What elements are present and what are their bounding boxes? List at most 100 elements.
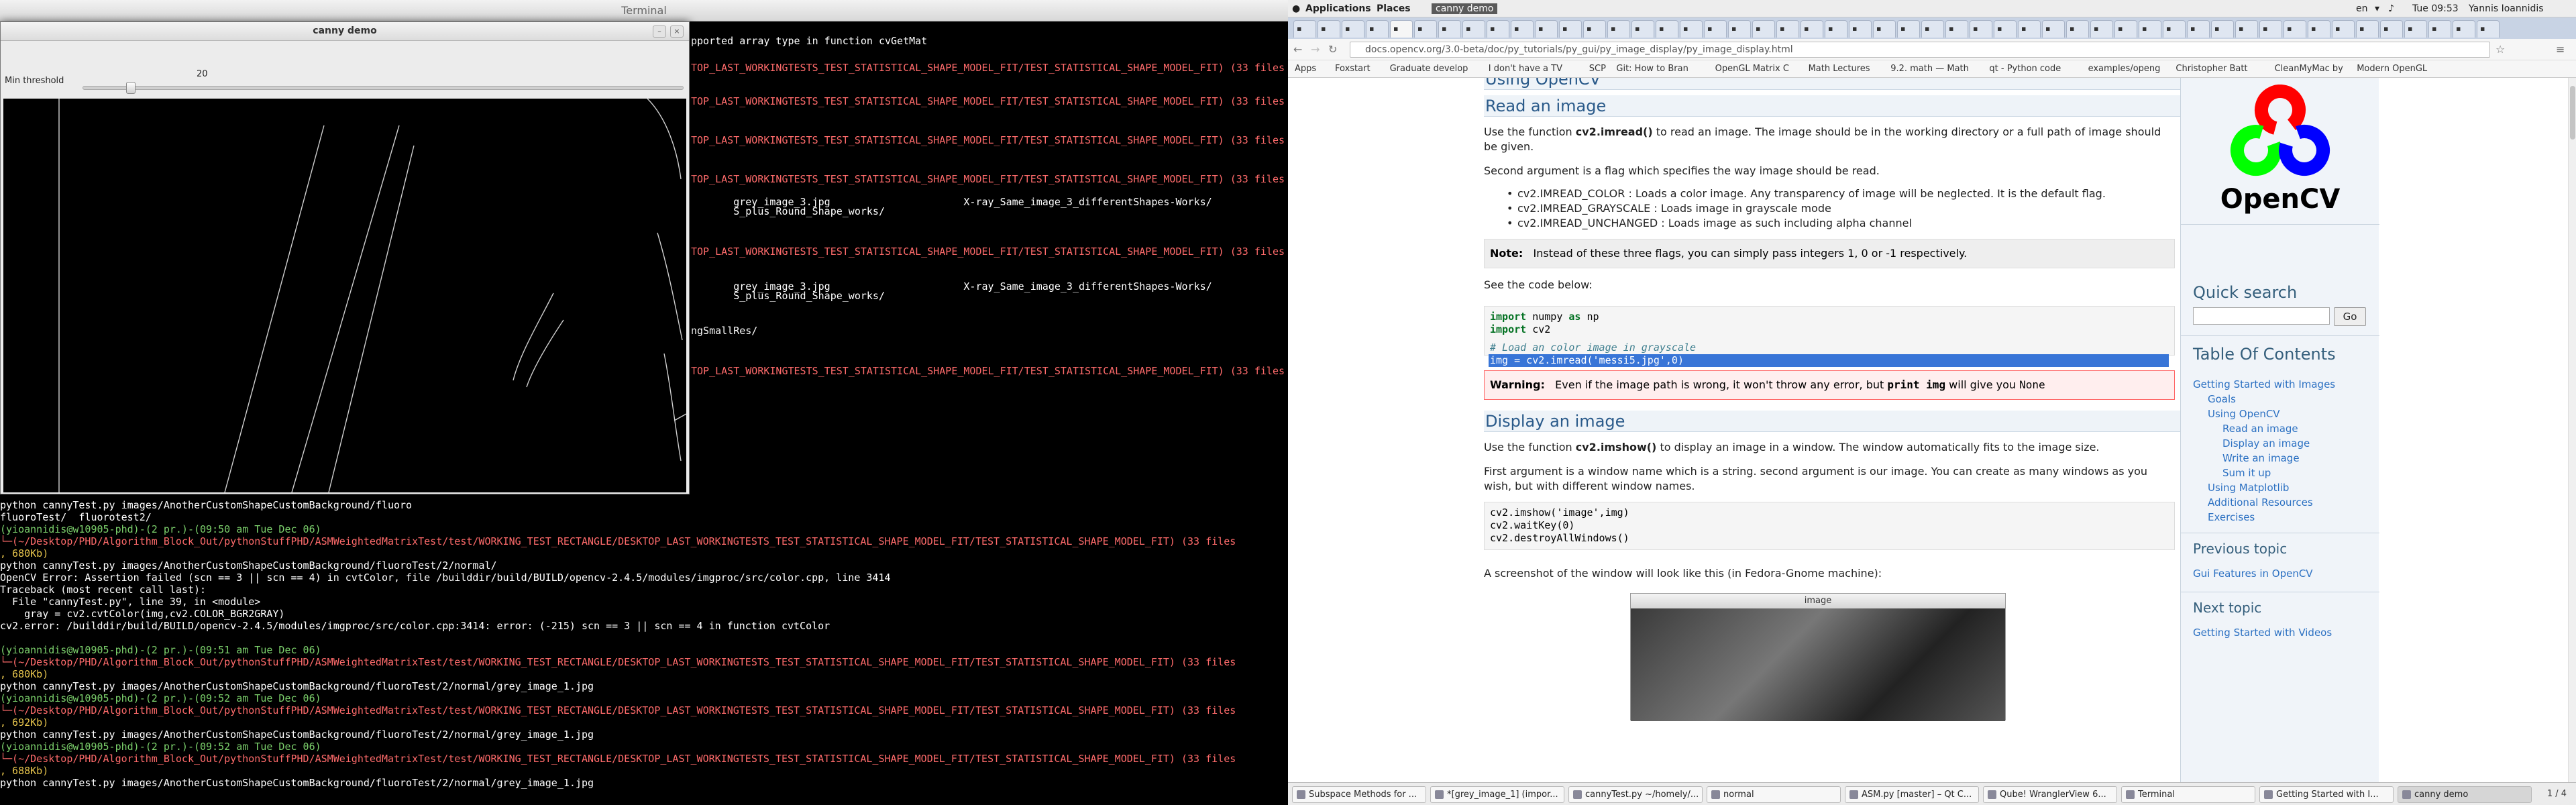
tab[interactable]: ▪ — [1511, 20, 1534, 38]
bookmark-item[interactable]: examples/openg — [2088, 64, 2161, 74]
url-field[interactable]: docs.opencv.org/3.0-beta/doc/py_tutorial… — [1350, 42, 2490, 58]
tab[interactable]: ▪ — [2114, 20, 2137, 38]
tab[interactable]: ▪ — [1801, 20, 1823, 38]
taskbar-item[interactable]: Getting Started with I... — [2259, 786, 2394, 803]
tab[interactable]: ▪ — [1728, 20, 1751, 38]
tab[interactable]: ▪ — [1945, 20, 1968, 38]
tab[interactable]: ▪ — [1293, 20, 1316, 38]
taskbar-item[interactable]: *[grey_image_1] (impor... — [1430, 786, 1564, 803]
tab[interactable]: ▪ — [2018, 20, 2041, 38]
forward-icon[interactable]: → — [1311, 43, 1320, 56]
toc-item[interactable]: Sum it up — [2222, 467, 2271, 479]
tab[interactable]: ▪ — [1583, 20, 1606, 38]
tab[interactable]: ▪ — [2066, 20, 2089, 38]
tab[interactable]: ▪ — [1487, 20, 1509, 38]
tab[interactable]: ▪ — [2428, 20, 2451, 38]
taskbar-item[interactable]: canny demo — [2398, 786, 2532, 803]
tab[interactable]: ▪ — [1535, 20, 1558, 38]
tab[interactable]: ▪ — [1414, 20, 1437, 38]
tab[interactable]: ▪ — [2211, 20, 2234, 38]
tab[interactable]: ▪ — [2163, 20, 2186, 38]
tab[interactable]: ▪ — [2284, 20, 2306, 38]
bookmark-apps[interactable]: Apps — [1295, 64, 1316, 74]
tab[interactable]: ▪ — [1342, 20, 1364, 38]
selected-code-line[interactable]: img = cv2.imread('messi5.jpg',0) — [1489, 354, 2169, 367]
previous-topic-link[interactable]: Gui Features in OpenCV — [2193, 568, 2313, 580]
tab[interactable]: ▪ — [1680, 20, 1703, 38]
bookmark-item[interactable]: SCP — [1589, 64, 1606, 74]
tab[interactable]: ▪ — [2356, 20, 2379, 38]
bookmark-item[interactable]: Math Lectures — [1809, 64, 1870, 74]
places-menu[interactable]: Places — [1377, 3, 1411, 14]
reload-icon[interactable]: ↻ — [1328, 43, 1337, 56]
taskbar-item[interactable]: Terminal — [2121, 786, 2255, 803]
user-menu[interactable]: Yannis Ioannidis — [2469, 3, 2544, 14]
tab[interactable]: ▪ — [2380, 20, 2403, 38]
tab[interactable]: ▪ — [2259, 20, 2282, 38]
bookmark-item[interactable]: CleanMyMac by — [2275, 64, 2343, 74]
clock[interactable]: Tue 09:53 — [2412, 3, 2459, 14]
tab[interactable]: ▪ — [2453, 20, 2475, 38]
tab[interactable]: ▪ — [1366, 20, 1389, 38]
taskbar-item[interactable]: ASM.py [master] – Qt C... — [1845, 786, 1979, 803]
tab[interactable]: ▪ — [1970, 20, 1992, 38]
tab[interactable]: ▪ — [1825, 20, 1847, 38]
tab[interactable]: ▪ — [1318, 20, 1340, 38]
tab[interactable]: ▪ — [1607, 20, 1630, 38]
search-input[interactable] — [2193, 307, 2330, 325]
applications-menu[interactable]: Applications — [1305, 3, 1371, 14]
bookmark-item[interactable]: Git: How to Bran — [1616, 64, 1688, 74]
taskbar-item[interactable]: Qube! WranglerView 6... — [1983, 786, 2117, 803]
tab[interactable]: ▪ — [1704, 20, 1727, 38]
toc-item[interactable]: Goals — [2208, 393, 2236, 405]
workspace-pager[interactable]: 1 / 4 — [2547, 789, 2567, 799]
bookmark-item[interactable]: Christopher Batt — [2176, 64, 2247, 74]
terminal-titlebar[interactable]: Terminal — [0, 0, 1288, 21]
network-icon[interactable]: ▾ — [2375, 3, 2379, 14]
toc-item[interactable]: Exercises — [2208, 511, 2255, 523]
tab[interactable]: ▪ — [2187, 20, 2210, 38]
tab[interactable]: ▪ — [2332, 20, 2355, 38]
toc-item[interactable]: Using OpenCV — [2208, 408, 2280, 420]
back-icon[interactable]: ← — [1293, 43, 1302, 56]
tab[interactable]: ▪ — [2308, 20, 2330, 38]
bookmark-item[interactable]: qt - Python code — [1989, 64, 2061, 74]
bookmark-item[interactable]: OpenGL Matrix C — [1715, 64, 1789, 74]
threshold-slider[interactable] — [83, 86, 684, 90]
scrollbar[interactable] — [2568, 78, 2576, 782]
tab[interactable]: ▪ — [1897, 20, 1920, 38]
tab[interactable]: ▪ — [2139, 20, 2161, 38]
toc-item[interactable]: Additional Resources — [2208, 496, 2313, 508]
next-topic-link[interactable]: Getting Started with Videos — [2193, 627, 2332, 639]
bookmark-item[interactable]: Foxstart — [1335, 64, 1371, 74]
active-app-menu[interactable]: canny demo — [1432, 3, 1498, 14]
language-indicator[interactable]: en — [2356, 3, 2368, 14]
bookmark-item[interactable]: Graduate develop — [1390, 64, 1468, 74]
canny-demo-window[interactable]: canny demo – × Min threshold 20 — [0, 21, 690, 494]
taskbar-item[interactable]: normal — [1707, 786, 1841, 803]
canny-titlebar[interactable]: canny demo – × — [1, 22, 689, 41]
minimize-button[interactable]: – — [653, 25, 666, 38]
tab[interactable]: ▪ — [1873, 20, 1896, 38]
go-button[interactable]: Go — [2334, 307, 2366, 326]
tab[interactable]: ▪ — [1559, 20, 1582, 38]
tab[interactable]: ▪ — [1921, 20, 1944, 38]
close-button[interactable]: × — [670, 25, 684, 38]
taskbar-item[interactable]: Subspace Methods for ... — [1292, 786, 1426, 803]
bookmark-item[interactable]: 9.2. math — Math — [1890, 64, 1969, 74]
volume-icon[interactable]: ♪ — [2388, 3, 2394, 14]
tab[interactable]: ▪ — [1462, 20, 1485, 38]
threshold-slider-knob[interactable] — [125, 82, 136, 94]
scrollbar-thumb[interactable] — [2570, 86, 2575, 140]
toc-item[interactable]: Write an image — [2222, 452, 2300, 464]
taskbar-item[interactable]: cannyTest.py ~/homely/... — [1568, 786, 1703, 803]
tab[interactable]: ▪ — [1752, 20, 1775, 38]
toc-item[interactable]: Display an image — [2222, 437, 2310, 449]
toc-item[interactable]: Using Matplotlib — [2208, 482, 2289, 494]
tab[interactable]: ▪ — [2235, 20, 2258, 38]
tab[interactable]: ▪ — [2090, 20, 2113, 38]
bookmark-item[interactable]: I don't have a TV — [1489, 64, 1562, 74]
tab-active[interactable]: ▪ — [1390, 20, 1413, 38]
toc-item[interactable]: Getting Started with Images — [2193, 378, 2335, 390]
toc-item[interactable]: Read an image — [2222, 423, 2298, 435]
